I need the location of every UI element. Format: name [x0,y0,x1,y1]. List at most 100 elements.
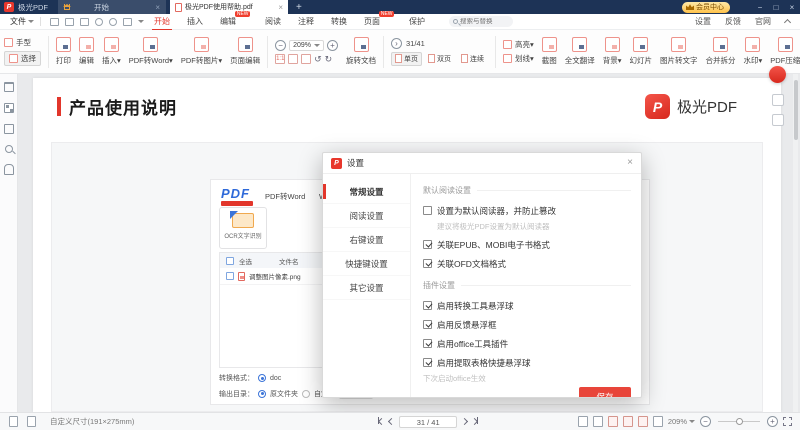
collapse-ribbon-icon[interactable] [784,19,791,26]
rotate-cw-button[interactable]: ↻ [325,54,333,64]
translate-button[interactable]: 全文翻译 [561,37,599,66]
image-to-text-button[interactable]: 图片转文字 [656,37,702,66]
maximize-button[interactable]: □ [768,3,784,12]
close-button[interactable]: × [784,3,800,12]
zoom-level-select[interactable]: 209% [289,40,324,51]
settings-link[interactable]: 设置 [695,16,711,27]
print-button[interactable]: 打印 [52,37,75,66]
layout-double-icon[interactable] [653,416,663,427]
checkbox[interactable] [423,206,432,215]
save-icon[interactable] [65,18,74,26]
next-page-button[interactable] [461,418,468,425]
pdf-to-image-button[interactable]: PDF转图片▾ [177,37,226,66]
checkbox[interactable] [423,320,432,329]
nav-other-settings[interactable]: 其它设置 [323,276,410,300]
search-icon[interactable] [5,145,13,153]
dialog-close-icon[interactable]: × [627,158,633,168]
option-table-extract-float[interactable]: 启用提取表格快捷悬浮球 [423,357,631,369]
option-office-plugin[interactable]: 启用office工具插件 [423,338,631,350]
scrollbar-thumb[interactable] [794,80,798,140]
menu-edit[interactable]: 编辑NEW [220,14,236,30]
checkbox[interactable] [423,301,432,310]
watermark-button[interactable]: 水印▾ [740,37,767,66]
zoom-out-button[interactable]: − [275,40,286,51]
option-feedback-float[interactable]: 启用反馈悬浮框 [423,319,631,331]
member-center-button[interactable]: 会员中心 [682,2,730,13]
option-epub-mobi[interactable]: 关联EPUB、MOBI电子书格式 [423,239,631,251]
tab-close-icon[interactable]: × [155,3,160,12]
menu-start[interactable]: 开始 [154,14,170,30]
checkbox[interactable] [423,240,432,249]
continuous-button[interactable]: 连续 [457,52,488,66]
screenshot-button[interactable]: 截图 [538,37,561,66]
first-page-button[interactable] [378,417,384,426]
goto-page-button[interactable]: › [391,38,402,49]
layout-book-icon[interactable] [593,416,603,427]
fit-page-button[interactable] [301,54,311,64]
zoom-level-select[interactable]: 209% [668,417,695,426]
checkbox[interactable] [423,339,432,348]
layout-continuous-icon[interactable] [608,416,618,427]
layout-fit-width-icon[interactable] [623,416,633,427]
bookmark-icon[interactable] [4,82,14,92]
file-menu[interactable]: 文件 [10,16,34,27]
fit-width-button[interactable] [288,54,298,64]
tab-close-icon[interactable]: × [278,3,283,12]
layout-fit-page-icon[interactable] [638,416,648,427]
chevron-down-icon[interactable] [138,20,144,23]
insert-button[interactable]: 插入▾ [98,37,125,66]
side-widget-icon[interactable] [772,114,784,126]
tab-home[interactable]: 开始 × [58,0,166,14]
vertical-scrollbar[interactable] [793,74,798,412]
menu-read[interactable]: 阅读 [265,14,281,30]
select-tool-button[interactable]: 选择 [4,51,41,66]
page-number-input[interactable]: 31 / 41 [399,416,457,428]
save-button[interactable]: 保存 [579,387,631,397]
zoom-in-button[interactable]: + [767,416,778,427]
checkbox[interactable] [423,259,432,268]
menu-page[interactable]: 页面NEW [364,14,380,30]
nav-rightclick-settings[interactable]: 右键设置 [323,228,410,252]
hand-tool-button[interactable]: 手型 [4,37,41,48]
comment-icon[interactable] [4,124,14,134]
home-icon[interactable] [123,18,132,26]
underline-button[interactable]: 划线▾ [503,53,534,64]
open-folder-icon[interactable] [50,18,59,26]
double-page-button[interactable]: 双页 [424,52,455,66]
side-widget-icon[interactable] [772,94,784,106]
option-ofd[interactable]: 关联OFD文档格式 [423,258,631,270]
prev-page-button[interactable] [388,418,395,425]
fullscreen-icon[interactable] [783,417,792,426]
undo-icon[interactable] [95,18,103,26]
option-convert-float[interactable]: 启用转换工具悬浮球 [423,300,631,312]
rotate-ccw-button[interactable]: ↺ [314,54,322,64]
thumbnails-icon[interactable] [4,103,14,113]
zoom-in-button[interactable]: + [327,40,338,51]
layout-single-icon[interactable] [578,416,588,427]
background-button[interactable]: 背景▾ [599,37,626,66]
feedback-link[interactable]: 反馈 [725,16,741,27]
search-box[interactable] [449,16,513,27]
single-page-button[interactable]: 单页 [391,52,422,66]
redo-icon[interactable] [109,18,117,26]
minimize-button[interactable]: − [752,3,768,12]
zoom-slider-handle[interactable] [736,418,743,425]
menu-annotate[interactable]: 注释 [298,14,314,30]
rotate-doc-button[interactable]: 旋转文档 [342,37,380,66]
page-edit-button[interactable]: 页面编辑 [226,37,264,66]
pdf-to-word-button[interactable]: PDF转Word▾ [125,37,177,66]
new-tab-button[interactable]: + [296,2,302,13]
menu-protect[interactable]: 保护 [409,14,425,30]
nav-reading-settings[interactable]: 阅读设置 [323,204,410,228]
official-site-link[interactable]: 官网 [755,16,771,27]
print-icon[interactable] [80,18,89,26]
nav-shortcut-settings[interactable]: 快捷键设置 [323,252,410,276]
checkbox[interactable] [423,358,432,367]
nav-general-settings[interactable]: 常规设置 [323,180,410,204]
zoom-slider[interactable] [718,421,760,422]
tab-document[interactable]: 极光PDF使用帮助.pdf × [170,0,288,14]
page-size-icon[interactable] [9,416,18,427]
menu-convert[interactable]: 转换 [331,14,347,30]
floating-red-badge[interactable] [769,66,786,83]
page-layout-icon[interactable] [27,416,36,427]
